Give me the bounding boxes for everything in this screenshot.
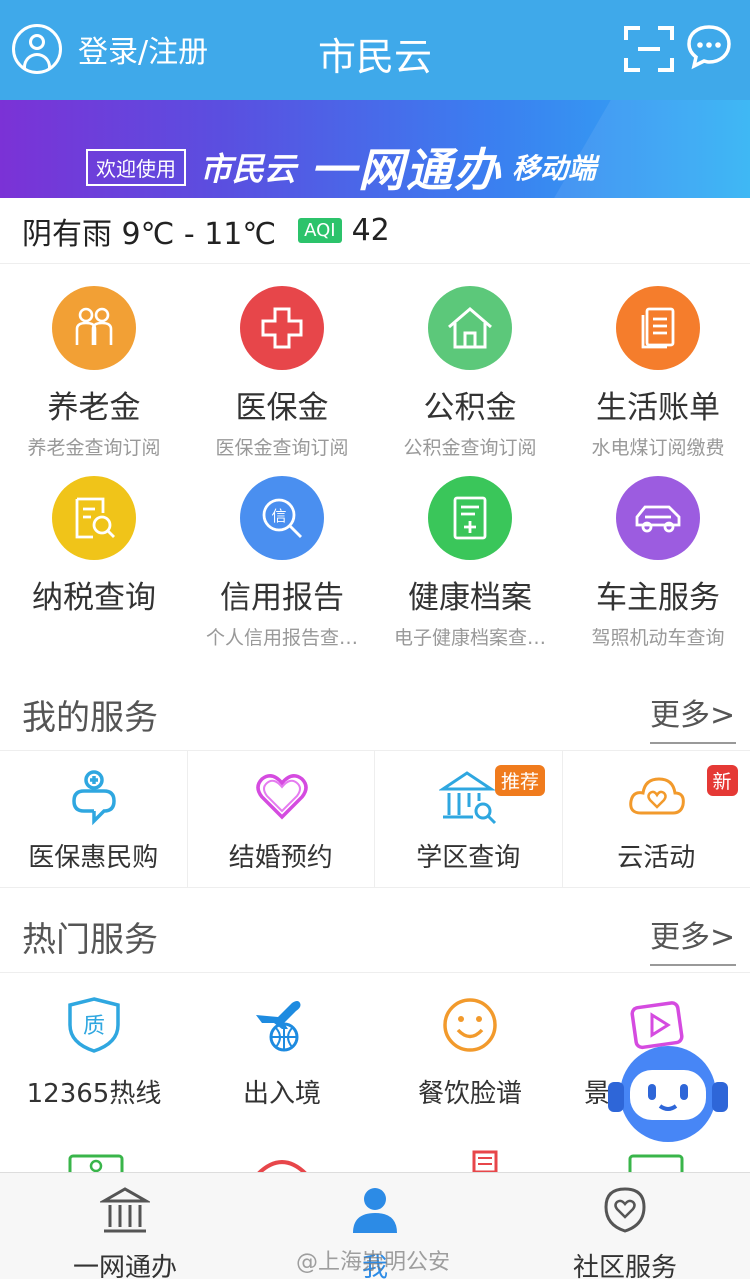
person-icon: [353, 1188, 397, 1233]
app-icon: [472, 1150, 498, 1174]
my-services-header: 我的服务 更多>: [0, 672, 750, 750]
service-title: 养老金: [47, 390, 141, 426]
aqi-value: 42: [351, 213, 390, 248]
service-tax-query[interactable]: 纳税查询: [0, 464, 188, 623]
section-title: 热门服务: [22, 920, 158, 960]
house-icon: [428, 286, 512, 370]
service-title: 公积金: [423, 390, 517, 426]
hot-services-list: 质 12365热线 出入境 餐饮脸谱 景: [0, 972, 750, 1109]
community-heart-icon: [604, 1187, 646, 1233]
banner-welcome: 欢迎使用: [86, 148, 186, 186]
nav-community[interactable]: 社区服务: [500, 1173, 750, 1279]
section-title: 我的服务: [22, 698, 158, 738]
service-subtitle: 电子健康档案查…: [393, 627, 546, 649]
nav-label: 一网通办: [72, 1253, 177, 1279]
quality-shield-icon: 质: [68, 997, 120, 1053]
hot-service-item[interactable]: 质 12365热线: [0, 973, 188, 1123]
heart-icon: [255, 774, 308, 820]
service-health-record[interactable]: 健康档案 电子健康档案查…: [376, 464, 564, 650]
watermark: @上海崇明公安: [296, 1250, 451, 1275]
my-service-label: 学区查询: [416, 843, 521, 873]
service-subtitle: 医保金查询订阅: [215, 437, 349, 459]
new-badge: 新: [706, 765, 738, 796]
svg-text:信: 信: [271, 507, 286, 525]
service-title: 健康档案: [408, 580, 532, 616]
government-building-icon: [100, 1187, 150, 1233]
money-icon: [68, 1154, 124, 1174]
service-credit-report[interactable]: 信 信用报告 个人信用报告查…: [188, 464, 376, 650]
plane-globe-icon: [256, 1001, 301, 1052]
my-service-item[interactable]: 推荐 学区查询: [375, 751, 563, 888]
more-link[interactable]: 更多>: [650, 912, 736, 966]
message-icon[interactable]: [686, 24, 732, 70]
service-life-bills[interactable]: 生活账单 水电煤订阅缴费: [564, 274, 750, 460]
school-search-icon: [439, 771, 497, 825]
banner-mobile-text: 移动端: [512, 152, 597, 185]
service-subtitle: 公积金查询订阅: [403, 437, 537, 459]
service-pension[interactable]: 养老金 养老金查询订阅: [0, 274, 188, 460]
nav-one-network[interactable]: 一网通办: [0, 1173, 250, 1279]
service-subtitle: 养老金查询订阅: [27, 437, 161, 459]
service-title: 车主服务: [596, 580, 720, 616]
bill-icon: [616, 286, 700, 370]
smiley-icon: [443, 998, 497, 1052]
hot-service-label: 餐饮脸谱: [417, 1079, 522, 1109]
hot-service-item[interactable]: 餐饮脸谱: [376, 973, 564, 1123]
weather-text: 阴有雨 9℃ - 11℃: [22, 216, 277, 252]
recommend-badge: 推荐: [495, 765, 546, 796]
app-header: 登录/注册 市民云: [0, 0, 750, 100]
service-title: 信用报告: [220, 580, 344, 616]
service-title: 生活账单: [596, 390, 720, 426]
hot-services-header: 热门服务 更多>: [0, 894, 750, 972]
my-service-item[interactable]: 医保惠民购: [0, 751, 188, 888]
service-title: 医保金: [235, 390, 329, 426]
service-car-owner[interactable]: 车主服务 驾照机动车查询: [564, 464, 750, 650]
service-medical-insurance[interactable]: 医保金 医保金查询订阅: [188, 274, 376, 460]
hot-service-label: 12365热线: [26, 1079, 162, 1109]
more-link[interactable]: 更多>: [650, 690, 736, 744]
robot-assistant-icon[interactable]: [606, 1044, 730, 1144]
medical-shop-icon: [72, 770, 116, 826]
service-title: 纳税查询: [32, 580, 156, 616]
card-icon: [628, 1154, 684, 1174]
hot-service-label: 出入境: [242, 1079, 321, 1109]
banner-brand: 市民云: [200, 150, 297, 188]
weather-bar[interactable]: 阴有雨 9℃ - 11℃ AQI 42: [0, 198, 750, 264]
my-service-item[interactable]: 结婚预约: [188, 751, 375, 888]
elderly-icon: [52, 286, 136, 370]
svg-text:质: 质: [83, 1014, 105, 1039]
aqi-badge: AQI: [298, 218, 342, 243]
health-record-icon: [428, 476, 512, 560]
promo-banner[interactable]: 欢迎使用 市民云 一网通办 移动端: [0, 100, 750, 198]
credit-icon: 信: [240, 476, 324, 560]
my-service-label: 结婚预约: [228, 843, 333, 873]
service-housing-fund[interactable]: 公积金 公积金查询订阅: [376, 274, 564, 460]
my-service-label: 医保惠民购: [28, 843, 159, 873]
service-subtitle: 水电煤订阅缴费: [591, 437, 725, 459]
service-subtitle: 驾照机动车查询: [591, 627, 725, 649]
car-icon: [616, 476, 700, 560]
building-icon: [256, 1160, 308, 1174]
cloud-heart-icon: [628, 777, 685, 815]
banner-main-text: 一网通办: [310, 143, 503, 197]
service-subtitle: 个人信用报告查…: [205, 627, 358, 649]
medical-cross-icon: [240, 286, 324, 370]
scan-icon[interactable]: [624, 26, 674, 72]
my-service-label: 云活动: [617, 843, 696, 873]
my-services-list: 医保惠民购 结婚预约 推荐 学区查询 新 云活动: [0, 750, 750, 888]
nav-label: 社区服务: [572, 1253, 677, 1279]
my-service-item[interactable]: 新 云活动: [563, 751, 750, 888]
hot-service-item[interactable]: 出入境: [188, 973, 376, 1123]
tax-search-icon: [52, 476, 136, 560]
